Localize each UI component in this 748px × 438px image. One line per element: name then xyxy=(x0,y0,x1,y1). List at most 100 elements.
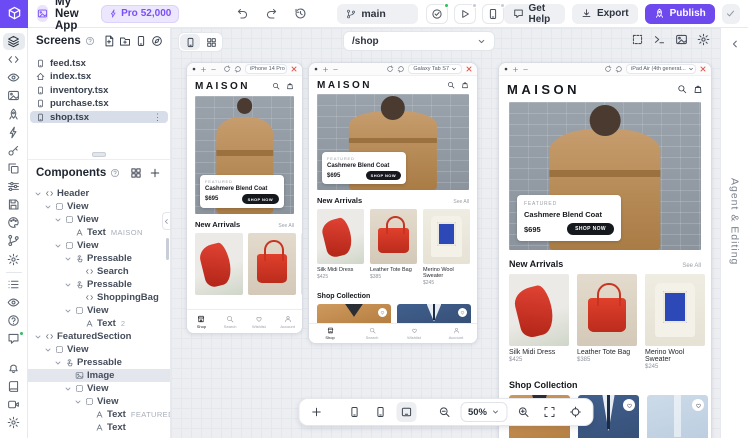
shop-now-button[interactable]: SHOP NOW xyxy=(242,194,279,204)
component-gallery-button[interactable] xyxy=(128,165,143,181)
refresh-icon[interactable] xyxy=(397,65,405,73)
see-all-link[interactable]: See All xyxy=(453,199,469,205)
wishlist-heart-button[interactable] xyxy=(458,308,467,317)
undo-button[interactable] xyxy=(231,3,253,25)
size-phone-small-button[interactable] xyxy=(344,402,364,422)
rail-rocket-icon[interactable] xyxy=(3,106,25,123)
tab-bar-item[interactable]: Account xyxy=(273,310,302,333)
tree-node[interactable]: Image xyxy=(28,369,170,382)
rail-eye-icon[interactable] xyxy=(3,69,25,86)
tab-bar-item[interactable]: Shop xyxy=(309,324,351,343)
rail-video-icon[interactable] xyxy=(3,396,25,413)
tree-node[interactable]: FeaturedSection xyxy=(28,330,170,343)
tree-node[interactable]: Pressable xyxy=(28,252,170,265)
wishlist-heart-button[interactable] xyxy=(623,399,635,411)
tree-node[interactable]: View xyxy=(28,343,170,356)
zoom-out-icon[interactable] xyxy=(522,66,529,73)
caret-icon[interactable] xyxy=(34,333,42,341)
device-selector[interactable]: iPad Air (4th generat... xyxy=(626,64,696,74)
tab-bar-item[interactable]: Shop xyxy=(187,310,216,333)
zoom-out-icon[interactable] xyxy=(210,66,217,73)
caret-icon[interactable] xyxy=(54,216,62,224)
device-frame-tablet[interactable]: Galaxy Tab S7 MAISON FEATURED Cashmere B… xyxy=(308,62,478,344)
panel-collapse-button[interactable] xyxy=(162,212,171,230)
new-folder-button[interactable] xyxy=(119,33,131,49)
screen-file-item[interactable]: index.tsx ⋮ xyxy=(30,71,168,83)
design-canvas[interactable]: /shop iPhone 14 Pro MAISON xyxy=(171,28,720,438)
app-logo[interactable] xyxy=(0,0,28,28)
pro-credits-badge[interactable]: Pro 52,000 xyxy=(101,5,179,23)
tree-node[interactable]: Pressable xyxy=(28,356,170,369)
get-help-button[interactable]: Get Help xyxy=(504,4,565,24)
see-all-link[interactable]: See All xyxy=(682,263,701,269)
tab-bar-item[interactable]: Wishlist xyxy=(245,310,274,333)
help-icon[interactable] xyxy=(110,168,120,178)
rail-copy-icon[interactable] xyxy=(3,160,25,177)
zoom-out-button[interactable] xyxy=(434,402,454,422)
tree-node[interactable]: Pressable xyxy=(28,278,170,291)
close-frame-icon[interactable] xyxy=(699,65,707,73)
zoom-in-icon[interactable] xyxy=(200,66,207,73)
caret-icon[interactable] xyxy=(54,242,62,250)
rotate-icon[interactable] xyxy=(604,65,612,73)
caret-icon[interactable] xyxy=(64,255,72,263)
caret-icon[interactable] xyxy=(54,359,62,367)
caret-icon[interactable] xyxy=(34,190,42,198)
rail-save-icon[interactable] xyxy=(3,196,25,213)
caret-icon[interactable] xyxy=(74,398,82,406)
featured-card[interactable]: FEATURED Cashmere Blend Coat $695 SHOP N… xyxy=(322,152,406,184)
device-button[interactable] xyxy=(135,33,147,49)
shop-now-button[interactable]: SHOP NOW xyxy=(567,223,614,235)
zoom-level-selector[interactable]: 50% xyxy=(460,402,507,422)
frame-menu-icon[interactable] xyxy=(191,66,197,72)
hero-image[interactable]: FEATURED Cashmere Blend Coat $695 SHOP N… xyxy=(195,96,294,214)
rail-layers-icon[interactable] xyxy=(3,33,25,50)
project-icon[interactable] xyxy=(37,5,48,22)
rail-gear-icon[interactable] xyxy=(3,251,25,268)
recenter-button[interactable] xyxy=(565,402,585,422)
refresh-icon[interactable] xyxy=(615,65,623,73)
shopping-bag-icon[interactable] xyxy=(461,81,469,89)
caret-icon[interactable] xyxy=(44,346,52,354)
wishlist-heart-button[interactable] xyxy=(692,399,704,411)
product-card[interactable]: Merino Wool Sweater $245 xyxy=(423,209,470,286)
tree-node[interactable]: View xyxy=(28,200,170,213)
terminal-icon[interactable] xyxy=(653,33,666,46)
product-card[interactable]: Leather Tote Bag $385 xyxy=(370,209,417,286)
history-button[interactable] xyxy=(289,3,311,25)
product-card[interactable]: Silk Midi Dress $425 xyxy=(509,274,569,370)
product-card[interactable]: Merino Wool Sweater $245 xyxy=(645,274,705,370)
screen-file-item[interactable]: purchase.tsx ⋮ xyxy=(30,98,168,110)
shopping-bag-icon[interactable] xyxy=(693,84,703,94)
rail-bell-icon[interactable] xyxy=(3,359,25,376)
product-card[interactable]: Leather Tote Bag $385 xyxy=(248,233,296,295)
tab-bar-item[interactable]: Search xyxy=(351,324,393,343)
search-icon[interactable] xyxy=(447,81,455,89)
rail-chat-icon[interactable] xyxy=(3,330,25,347)
add-component-button[interactable] xyxy=(147,165,162,181)
screen-file-item[interactable]: shop.tsx ⋮ xyxy=(30,111,168,123)
close-frame-icon[interactable] xyxy=(290,65,298,73)
frame-menu-icon[interactable] xyxy=(313,66,319,72)
tree-node[interactable]: Header xyxy=(28,187,170,200)
rail-palette-icon[interactable] xyxy=(3,214,25,231)
rotate-icon[interactable] xyxy=(386,65,394,73)
collection-image[interactable] xyxy=(647,395,708,438)
device-frame-iphone[interactable]: iPhone 14 Pro MAISON FEATURED Cashmere B… xyxy=(186,62,303,334)
caret-icon[interactable] xyxy=(64,385,72,393)
zoom-in-icon[interactable] xyxy=(512,66,519,73)
rail-help-icon[interactable] xyxy=(3,312,25,329)
shopping-bag-icon[interactable] xyxy=(286,82,294,90)
select-frame-icon[interactable] xyxy=(631,33,644,46)
zoom-in-icon[interactable] xyxy=(322,66,329,73)
tree-node[interactable]: Text 2 xyxy=(28,317,170,330)
navigate-button[interactable] xyxy=(151,33,163,49)
size-phone-button[interactable] xyxy=(370,402,390,422)
product-card[interactable]: Leather Tote Bag $385 xyxy=(577,274,637,370)
settings-icon[interactable] xyxy=(697,33,710,46)
grid-view-button[interactable] xyxy=(201,34,221,50)
close-frame-icon[interactable] xyxy=(465,65,473,73)
hero-image[interactable]: FEATURED Cashmere Blend Coat $695 SHOP N… xyxy=(509,102,701,250)
rail-book-icon[interactable] xyxy=(3,377,25,394)
tree-node[interactable]: View xyxy=(28,382,170,395)
